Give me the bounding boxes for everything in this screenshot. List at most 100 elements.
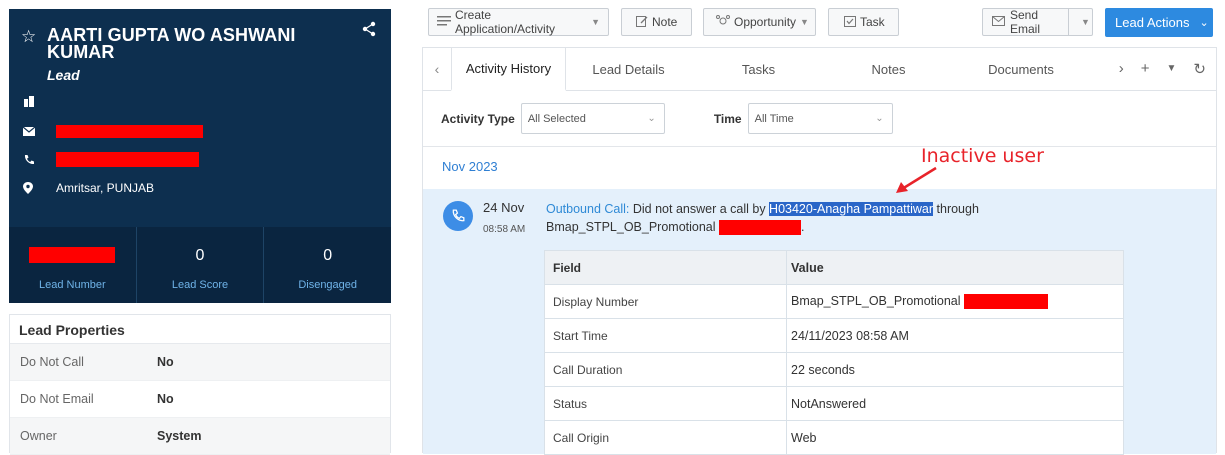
activity-text-after: through — [933, 202, 979, 216]
table-cell-value: 24/11/2023 08:58 AM — [786, 318, 1124, 353]
create-activity-button[interactable]: Create Application/Activity ▼ — [428, 8, 609, 36]
property-row: Owner System — [10, 418, 390, 455]
create-activity-label: Create Application/Activity — [455, 8, 556, 36]
activity-line2: Bmap_STPL_OB_Promotional — [546, 220, 716, 234]
send-email-dropdown-icon[interactable]: ▼ — [1073, 17, 1090, 27]
table-cell-field: Display Number — [544, 284, 787, 319]
table-row: Call Duration 22 seconds — [544, 352, 1124, 387]
table-header-cell: Value — [786, 250, 1124, 285]
stat-label: Disengaged — [298, 279, 358, 291]
table-row: Start Time 24/11/2023 08:58 AM — [544, 318, 1124, 353]
activity-type-link[interactable]: Outbound Call: — [546, 202, 629, 216]
stat-value: 0 — [323, 247, 333, 264]
table-cell-value: Web — [786, 420, 1124, 455]
refresh-icon[interactable]: ↻ — [1193, 60, 1206, 78]
send-email-main[interactable]: Send Email — [983, 8, 1069, 36]
share-icon[interactable] — [361, 21, 377, 37]
redacted-email — [56, 125, 203, 138]
table-cell-field: Call Duration — [544, 352, 787, 387]
activity-date: 24 Nov — [483, 200, 525, 215]
tabs-next-icon[interactable]: › — [1119, 60, 1124, 78]
table-row: Status NotAnswered — [544, 386, 1124, 421]
time-label: Time — [713, 111, 742, 126]
stat-value: 0 — [195, 247, 205, 264]
note-button[interactable]: Note — [621, 8, 692, 36]
stat-lead-score: 0 Lead Score — [137, 227, 265, 303]
phone-row — [23, 152, 199, 167]
annotation-arrow-icon — [896, 166, 937, 193]
location-pin-icon — [23, 182, 39, 194]
tabs-prev-icon[interactable]: ‹ — [423, 61, 451, 77]
table-cell-field: Status — [544, 386, 787, 421]
tab-bar: ‹ Activity History Lead Details Tasks No… — [423, 47, 1216, 91]
lead-properties-title: Lead Properties — [10, 315, 390, 344]
lead-stats: Lead Number 0 Lead Score 0 Disengaged — [9, 227, 391, 303]
table-row: Call Origin Web — [544, 420, 1124, 455]
task-label: Task — [860, 15, 885, 29]
star-icon[interactable]: ☆ — [21, 27, 36, 47]
property-value: System — [157, 429, 202, 443]
chevron-down-icon: ⌄ — [875, 113, 884, 124]
filter-bar: Activity Type All Selected ⌄ Time All Ti… — [423, 91, 1216, 147]
redacted-number — [719, 220, 802, 236]
time-select[interactable]: All Time ⌄ — [747, 103, 893, 134]
table-header-cell: Field — [544, 250, 787, 285]
lead-actions-label: Lead Actions — [1115, 15, 1190, 30]
stat-label: Lead Number — [39, 279, 106, 291]
tab-activity-history[interactable]: Activity History — [451, 47, 566, 91]
lead-card: ☆ AARTI GUPTA WO ASHWANI KUMAR Lead Amri… — [9, 9, 391, 303]
table-cell-field: Start Time — [544, 318, 787, 353]
table-cell-value: 22 seconds — [786, 352, 1124, 387]
stat-lead-number: Lead Number — [9, 227, 137, 303]
property-row: Do Not Email No — [10, 381, 390, 418]
property-key: Do Not Call — [20, 355, 84, 369]
tab-tasks[interactable]: Tasks — [691, 62, 826, 77]
table-cell-value: NotAnswered — [786, 386, 1124, 421]
lead-name: AARTI GUPTA WO ASHWANI KUMAR — [47, 25, 296, 62]
activity-time: 08:58 AM — [483, 224, 526, 235]
redacted-number — [964, 294, 1049, 310]
activity-type-label: Activity Type — [441, 111, 515, 126]
location-row: Amritsar, PUNJAB — [23, 181, 154, 195]
send-email-button[interactable]: Send Email ▼ — [982, 8, 1093, 36]
tab-tools: › + ▼ ↻ — [1119, 60, 1206, 78]
opportunity-button[interactable]: Opportunity ▼ — [703, 8, 816, 36]
redacted-phone — [56, 152, 199, 167]
note-icon — [636, 15, 648, 30]
company-row — [23, 95, 39, 107]
annotation-label: Inactive user — [921, 145, 1044, 167]
envelope-icon — [992, 15, 1005, 29]
task-button[interactable]: Task — [828, 8, 899, 36]
building-icon — [23, 95, 39, 107]
property-key: Owner — [20, 429, 57, 443]
list-icon — [437, 15, 451, 30]
activity-item: 24 Nov 08:58 AM Outbound Call: Did not a… — [423, 189, 1216, 455]
phone-call-icon — [443, 201, 473, 231]
activity-type-select[interactable]: All Selected ⌄ — [520, 103, 665, 134]
lead-type: Lead — [47, 67, 80, 83]
property-value: No — [157, 355, 174, 369]
property-value: No — [157, 392, 174, 406]
table-cell-field: Call Origin — [544, 420, 787, 455]
redacted-lead-number — [29, 247, 116, 263]
table-row: Display Number Bmap_STPL_OB_Promotional — [544, 284, 1124, 319]
tab-notes[interactable]: Notes — [826, 62, 951, 77]
tab-documents[interactable]: Documents — [951, 62, 1091, 77]
activity-description: Outbound Call: Did not answer a call by … — [546, 202, 979, 236]
stat-label: Lead Score — [171, 279, 229, 291]
table-header-row: Field Value — [544, 250, 1124, 285]
property-row: Do Not Call No — [10, 344, 390, 381]
task-icon — [844, 15, 856, 30]
time-value: All Time — [754, 112, 794, 125]
properties-list: Do Not Call No Do Not Email No Owner Sys… — [10, 344, 390, 455]
tab-lead-details[interactable]: Lead Details — [566, 62, 691, 77]
add-tab-icon[interactable]: + — [1141, 60, 1150, 78]
caret-down-icon: ▼ — [800, 17, 809, 27]
send-email-label: Send Email — [1010, 8, 1041, 36]
display-number-value: Bmap_STPL_OB_Promotional — [791, 293, 961, 308]
opportunity-label: Opportunity — [734, 15, 797, 29]
property-key: Do Not Email — [20, 392, 94, 406]
stat-disengaged: 0 Disengaged — [264, 227, 391, 303]
lead-actions-button[interactable]: Lead Actions ⌄ — [1105, 8, 1213, 37]
tab-dropdown-icon[interactable]: ▼ — [1167, 60, 1177, 78]
